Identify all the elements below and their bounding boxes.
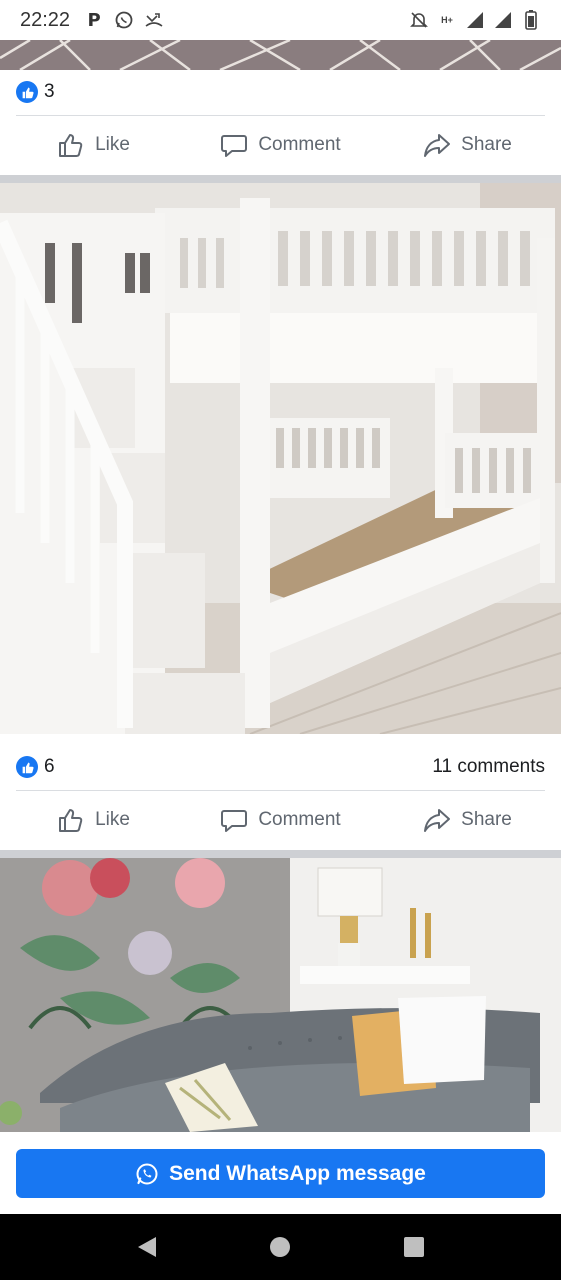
home-icon — [270, 1237, 291, 1257]
post-2-reactions: 6 11 comments — [0, 745, 561, 789]
battery-icon — [521, 10, 541, 30]
post-separator — [0, 175, 561, 183]
mute-icon — [409, 10, 429, 30]
post-1-reactions: 3 — [0, 70, 561, 114]
post-2-actions: Like Comment Share — [0, 791, 561, 849]
status-bar: 22:22 P H+ — [0, 0, 561, 40]
post-3-image[interactable] — [0, 858, 561, 1132]
comment-icon — [221, 810, 248, 832]
network-type: H+ — [441, 14, 453, 25]
status-time: 22:22 — [20, 8, 71, 31]
comment-button[interactable]: Comment — [187, 806, 374, 834]
share-label: Share — [461, 134, 512, 155]
reaction-count[interactable]: 6 — [44, 756, 55, 778]
p-icon: P — [87, 9, 101, 31]
post-2-image[interactable] — [0, 183, 561, 734]
post-1-actions: Like Comment Share — [0, 116, 561, 174]
comment-count[interactable]: 11 comments — [432, 756, 545, 778]
network-icon: H+ — [437, 10, 457, 30]
share-icon — [424, 809, 451, 832]
send-whatsapp-label: Send WhatsApp message — [169, 1161, 426, 1185]
bunk-bed-image — [0, 183, 561, 734]
whatsapp-bar: Send WhatsApp message — [0, 1132, 561, 1214]
send-whatsapp-button[interactable]: Send WhatsApp message — [16, 1149, 545, 1198]
share-icon — [424, 134, 451, 157]
share-button[interactable]: Share — [374, 806, 561, 834]
like-label: Like — [95, 134, 130, 155]
comment-icon — [221, 135, 248, 157]
comment-label: Comment — [258, 134, 341, 155]
comment-label: Comment — [258, 809, 341, 830]
status-right-icons: H+ — [409, 10, 541, 30]
comment-button[interactable]: Comment — [187, 131, 374, 159]
thumbs-up-icon — [59, 134, 83, 157]
like-button[interactable]: Like — [0, 131, 187, 159]
post-image-carpet[interactable] — [0, 40, 561, 70]
back-button[interactable] — [132, 1232, 162, 1262]
post-separator — [0, 850, 561, 858]
signal-icon-2 — [493, 10, 513, 30]
like-button[interactable]: Like — [0, 806, 187, 834]
carpet-image — [0, 40, 561, 70]
missed-call-icon — [144, 10, 164, 30]
signal-icon — [465, 10, 485, 30]
recents-icon — [404, 1237, 425, 1257]
reaction-count[interactable]: 3 — [44, 81, 55, 103]
home-button[interactable] — [265, 1232, 295, 1262]
whatsapp-icon — [136, 1163, 158, 1184]
status-left-icons: P — [84, 9, 164, 31]
back-icon — [137, 1237, 156, 1257]
share-label: Share — [461, 809, 512, 830]
like-label: Like — [95, 809, 130, 830]
navigation-bar — [0, 1214, 561, 1280]
recents-button[interactable] — [399, 1232, 429, 1262]
like-reaction-icon — [16, 756, 38, 778]
share-button[interactable]: Share — [374, 131, 561, 159]
sofa-image — [0, 858, 561, 1132]
like-reaction-icon — [16, 81, 38, 103]
thumbs-up-icon — [59, 809, 83, 832]
whatsapp-icon — [114, 10, 134, 30]
